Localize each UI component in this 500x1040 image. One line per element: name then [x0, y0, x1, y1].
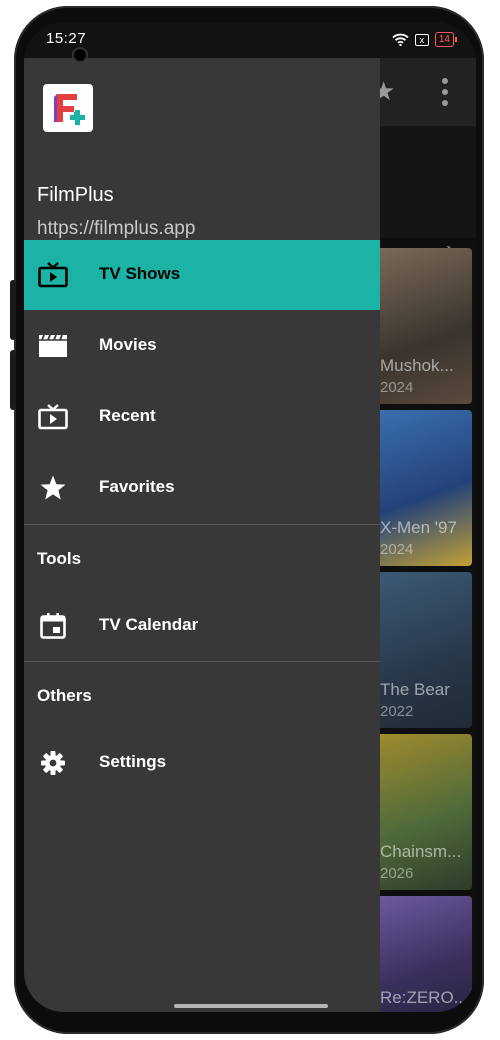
poster-year: 2024 — [380, 379, 414, 396]
nav-item-tv-shows[interactable]: TV Shows — [24, 240, 380, 310]
more-options-icon[interactable] — [442, 78, 448, 106]
poster-title: Re:ZERO... — [380, 988, 468, 1007]
poster-title: Mushok... — [380, 356, 454, 375]
nav-label: Settings — [99, 752, 167, 771]
phone-side-button — [10, 350, 16, 410]
poster-year: 2026 — [380, 865, 414, 882]
poster-card[interactable]: The Bear 2022 — [376, 572, 472, 728]
app-url[interactable]: https://filmplus.app — [37, 218, 195, 240]
poster-card[interactable]: X-Men '97 2024 — [376, 410, 472, 566]
tv-recent-icon — [38, 404, 68, 430]
phone-side-button — [10, 280, 16, 340]
poster-title: Chainsm... — [380, 842, 462, 861]
navigation-drawer: FilmPlus https://filmplus.app TV Shows M… — [24, 58, 380, 1012]
sim-icon: x — [414, 33, 429, 46]
tv-icon — [38, 262, 68, 288]
poster-year: 2024 — [380, 541, 414, 558]
section-title-others: Others — [37, 686, 92, 705]
status-time: 15:27 — [46, 30, 87, 47]
nav-item-movies[interactable]: Movies — [24, 311, 380, 381]
poster-year: 2022 — [380, 703, 414, 720]
status-bar: 15:27 x 14 — [24, 22, 476, 63]
wifi-icon — [392, 33, 409, 46]
poster-card[interactable]: Chainsm... 2026 — [376, 734, 472, 890]
nav-label: TV Calendar — [99, 615, 199, 634]
clapperboard-icon — [39, 334, 67, 357]
front-camera — [72, 47, 88, 63]
gear-icon — [41, 751, 65, 775]
nav-item-favorites[interactable]: Favorites — [24, 453, 380, 523]
calendar-icon — [40, 613, 66, 639]
app-name: FilmPlus — [37, 184, 114, 206]
battery-indicator: 14 — [434, 32, 458, 47]
poster-card[interactable]: Mushok... 2024 — [376, 248, 472, 404]
section-title-tools: Tools — [37, 549, 82, 568]
star-icon — [40, 475, 66, 500]
home-indicator[interactable] — [174, 1004, 328, 1008]
poster-title: The Bear — [380, 680, 450, 699]
nav-item-tv-calendar[interactable]: TV Calendar — [24, 591, 380, 661]
divider — [24, 524, 380, 525]
nav-label: Movies — [99, 335, 157, 354]
poster-title: X-Men '97 — [380, 518, 457, 537]
screen: 15:27 x 14 ★ › Mushok... 2024 X-Men '97 — [24, 22, 476, 1012]
nav-label: TV Shows — [99, 264, 181, 283]
nav-label: Recent — [99, 406, 156, 425]
poster-card[interactable]: Re:ZERO... — [376, 896, 472, 1012]
app-logo — [43, 84, 93, 132]
nav-item-recent[interactable]: Recent — [24, 382, 380, 452]
nav-item-settings[interactable]: Settings — [24, 728, 380, 798]
nav-label: Favorites — [99, 477, 175, 496]
divider — [24, 661, 380, 662]
